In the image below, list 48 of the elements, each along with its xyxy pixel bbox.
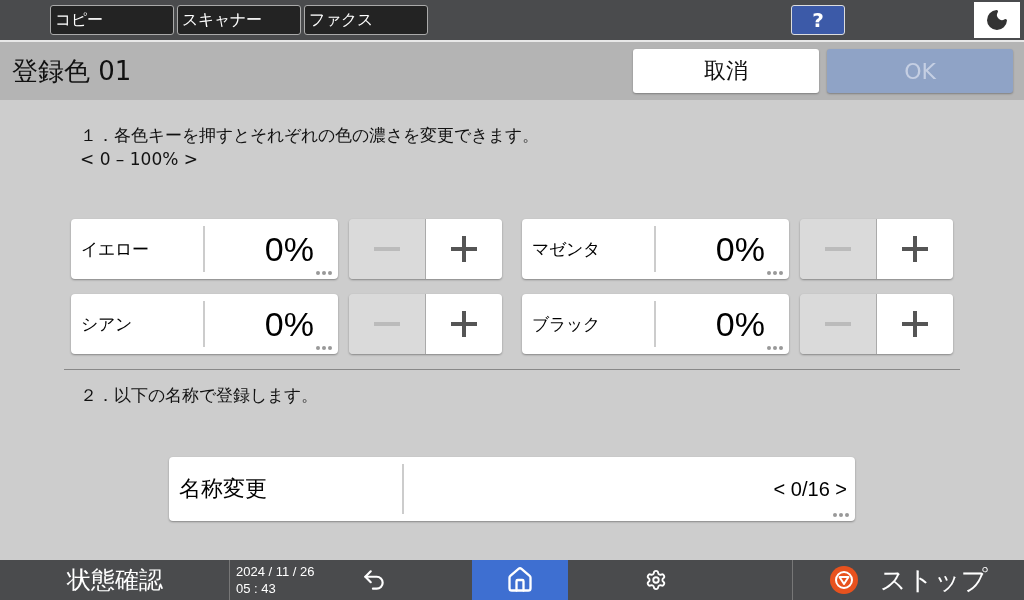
screen-title: 登録色 01: [12, 54, 133, 88]
night-mode-button[interactable]: [974, 2, 1020, 38]
increase-button[interactable]: [426, 294, 502, 354]
more-icon: [767, 346, 783, 350]
character-counter: < 0/16 >: [773, 477, 847, 500]
instruction-text: １．各色キーを押すとそれぞれの色の濃さを変更できます。: [79, 124, 540, 147]
color-name: シアン: [81, 312, 132, 336]
color-name: ブラック: [532, 312, 600, 336]
more-icon: [767, 271, 783, 275]
density-value: 0%: [264, 229, 314, 268]
plus-icon: [451, 236, 477, 262]
color-density-key[interactable]: シアン 0%: [71, 294, 338, 354]
cancel-button[interactable]: 取消: [633, 49, 819, 93]
status-check-button[interactable]: 状態確認: [0, 560, 230, 600]
stop-icon: [829, 566, 858, 594]
app-tab[interactable]: スキャナー: [177, 5, 301, 35]
plus-icon: [902, 236, 928, 262]
settings-icon: [645, 569, 667, 591]
color-density-key[interactable]: ブラック 0%: [522, 294, 789, 354]
color-density-key[interactable]: マゼンタ 0%: [522, 219, 789, 279]
color-density-key[interactable]: イエロー 0%: [71, 219, 338, 279]
instruction-text: ２．以下の名称で登録します。: [79, 384, 319, 407]
increase-button[interactable]: [877, 294, 953, 354]
app-tab[interactable]: コピー: [50, 5, 174, 35]
time-text: 05 : 43: [236, 580, 277, 597]
color-name: マゼンタ: [532, 237, 600, 261]
moon-icon: [985, 8, 1009, 32]
name-change-field[interactable]: 名称変更 < 0/16 >: [169, 457, 855, 521]
color-name: イエロー: [81, 237, 149, 261]
home-button[interactable]: [472, 560, 568, 600]
density-value: 0%: [264, 304, 314, 343]
more-icon: [316, 271, 332, 275]
app-tab[interactable]: ファクス: [304, 5, 428, 35]
range-text: < 0 – 100% >: [79, 149, 200, 169]
stop-button[interactable]: ストップ: [792, 560, 1024, 600]
density-value: 0%: [715, 229, 765, 268]
plus-icon: [451, 311, 477, 337]
density-value: 0%: [715, 304, 765, 343]
home-icon: [506, 566, 534, 594]
date-text: 2024 / 11 / 26: [236, 563, 316, 580]
more-icon: [833, 513, 849, 517]
increase-button[interactable]: [426, 219, 502, 279]
field-label: 名称変更: [179, 475, 267, 503]
plus-icon: [902, 311, 928, 337]
increase-button[interactable]: [877, 219, 953, 279]
more-icon: [316, 346, 332, 350]
back-icon: [361, 567, 387, 593]
help-button[interactable]: ?: [791, 5, 845, 35]
